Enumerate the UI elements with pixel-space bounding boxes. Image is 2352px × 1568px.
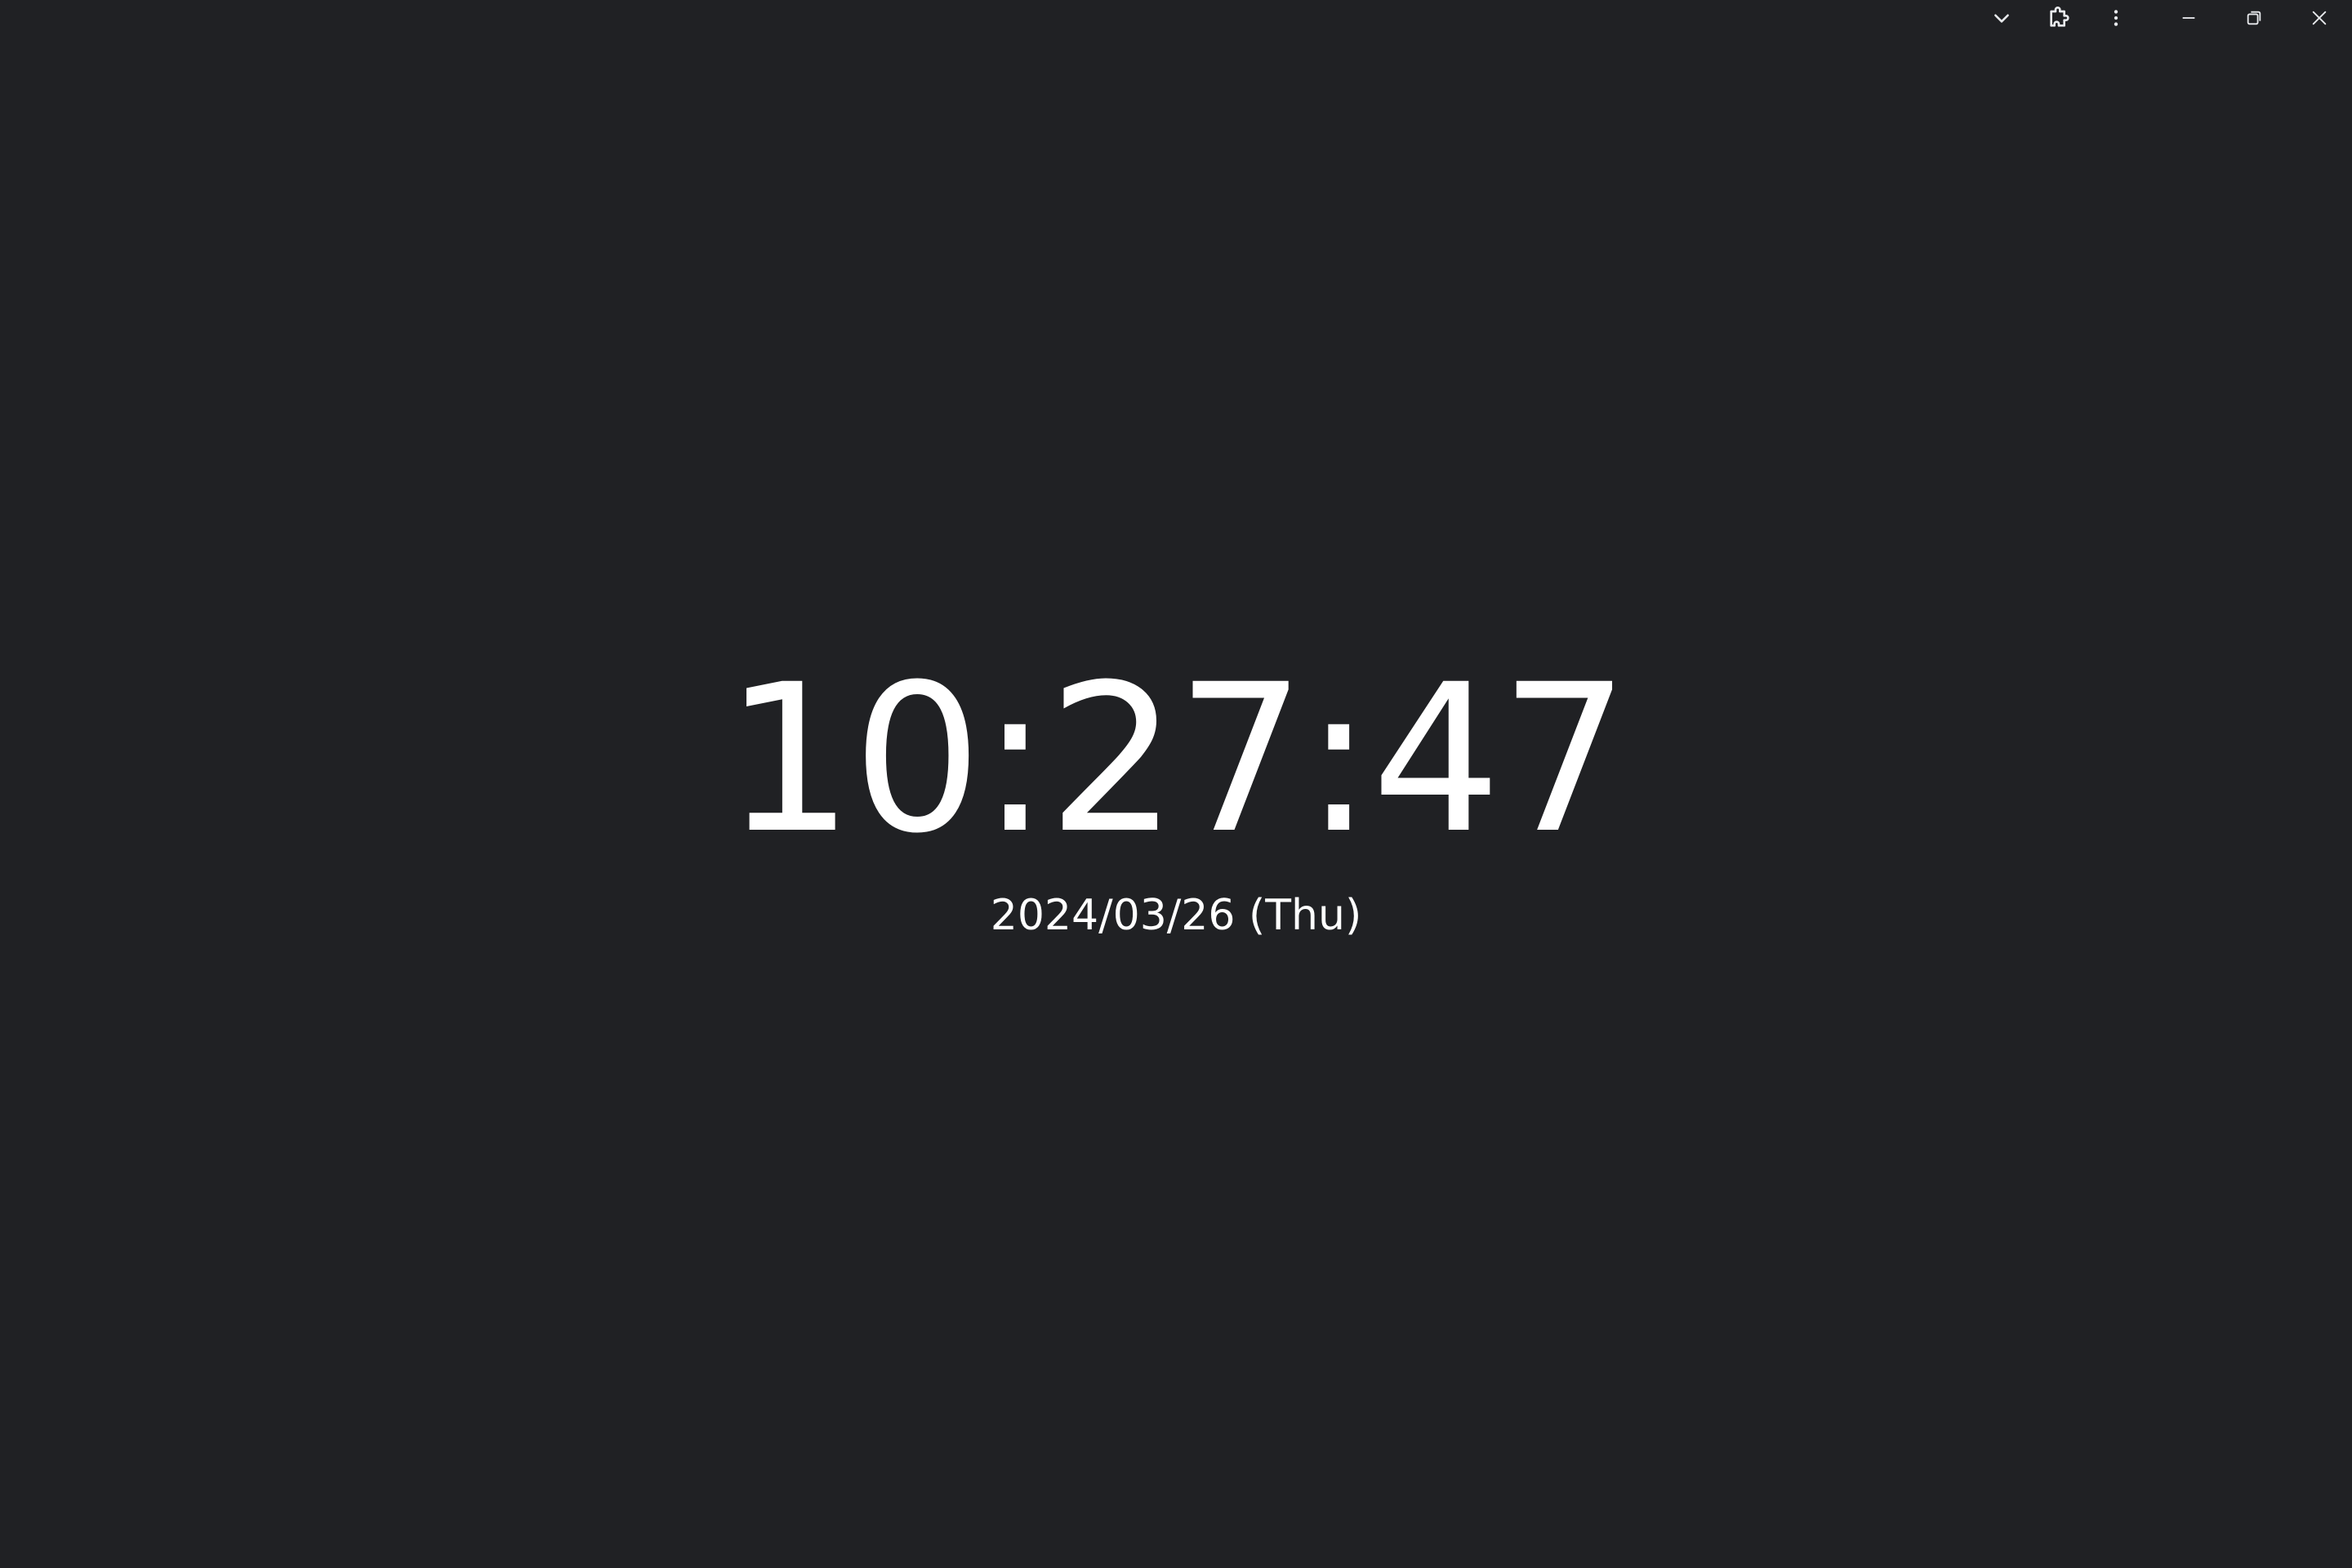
clock-time: 10:27:47 xyxy=(724,640,1630,878)
clock-display: 10:27:47 2024/03/26 (Thu) xyxy=(0,0,2352,1568)
clock-date: 2024/03/26 (Thu) xyxy=(990,891,1362,940)
app-window: 10:27:47 2024/03/26 (Thu) xyxy=(0,0,2352,1568)
